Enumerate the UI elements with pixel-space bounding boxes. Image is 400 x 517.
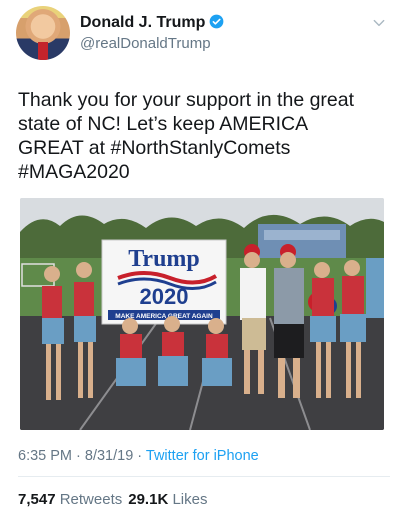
chevron-down-icon[interactable] (372, 16, 386, 30)
retweets-stat[interactable]: 7,547 Retweets (18, 491, 122, 508)
tweet-text-line: state of NC! Let’s keep AMERICA (18, 113, 309, 135)
user-name[interactable]: Donald J. Trump (80, 14, 224, 32)
tweet-card: Donald J. Trump @realDonaldTrump Thank y… (0, 0, 400, 517)
tweet-photo[interactable]: Trump 2020 MAKE AMERICA GREAT AGAIN (20, 198, 384, 430)
tweet-text-line[interactable]: #MAGA2020 (18, 160, 388, 184)
tweet-time[interactable]: 6:35 PM (18, 448, 72, 464)
retweets-label: Retweets (59, 491, 123, 508)
tweet-text-line[interactable]: GREAT at #NorthStanlyComets (18, 136, 388, 160)
likes-count: 29.1K (128, 491, 169, 508)
user-handle[interactable]: @realDonaldTrump (80, 35, 211, 52)
photo-scene: Trump 2020 MAKE AMERICA GREAT AGAIN (20, 198, 384, 430)
tweet-date[interactable]: 8/31/19 (85, 448, 133, 464)
likes-label: Likes (172, 491, 208, 508)
verified-badge-icon (209, 14, 224, 29)
tweet-text: Thank you for your support in the great … (18, 88, 388, 184)
user-name-text[interactable]: Donald J. Trump (80, 14, 205, 31)
likes-stat[interactable]: 29.1K Likes (128, 491, 207, 508)
retweets-count: 7,547 (18, 491, 56, 508)
avatar[interactable] (16, 6, 70, 60)
tweet-meta: 6:35 PM · 8/31/19 · Twitter for iPhone (18, 448, 259, 464)
tweet-header: Donald J. Trump @realDonaldTrump (16, 6, 390, 64)
tweet-text-line: Thank you for your support in the great (18, 89, 355, 111)
tweet-stats: 7,547 Retweets 29.1K Likes (18, 491, 207, 508)
divider (18, 476, 390, 477)
banner-text-trump: Trump (128, 246, 200, 272)
banner-text-2020: 2020 (140, 284, 189, 309)
tweet-source-link[interactable]: Twitter for iPhone (146, 448, 259, 464)
meta-separator: · (72, 448, 85, 464)
meta-separator: · (133, 448, 146, 464)
